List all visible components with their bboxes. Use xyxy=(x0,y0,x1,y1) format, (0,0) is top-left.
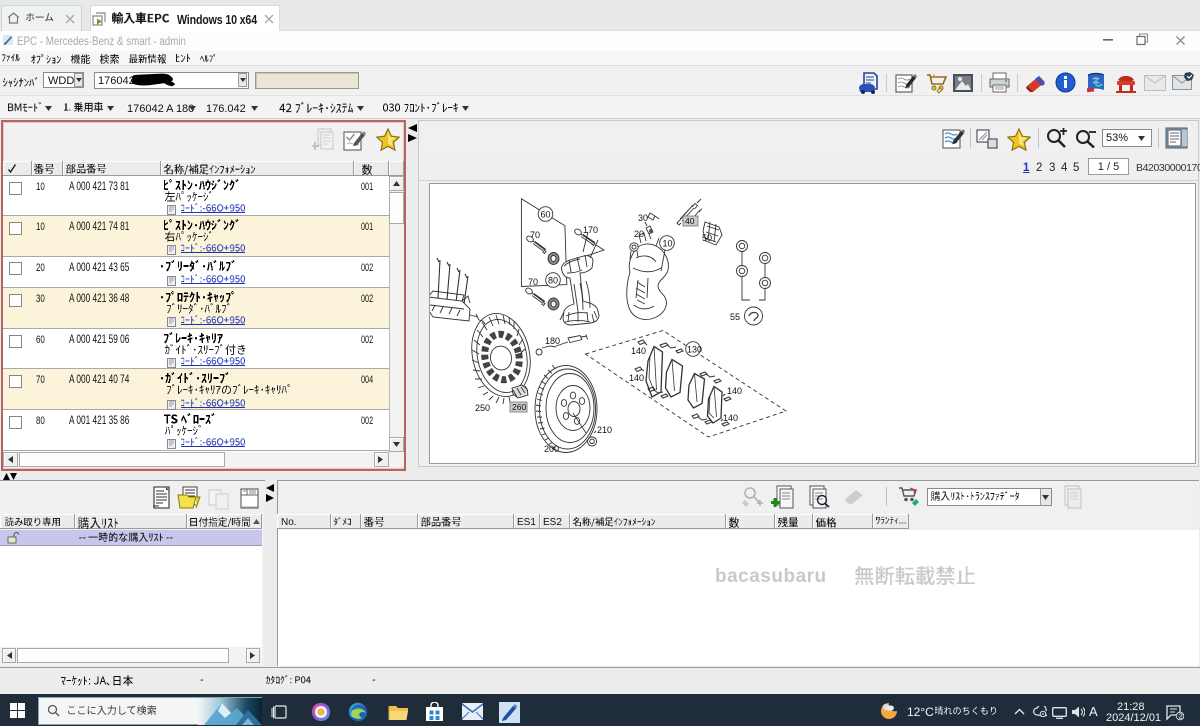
svg-text:180: 180 xyxy=(545,336,560,346)
svg-text:140: 140 xyxy=(631,346,646,356)
svg-text:10: 10 xyxy=(663,239,673,249)
svg-text:55: 55 xyxy=(730,312,740,322)
svg-text:260: 260 xyxy=(512,402,526,412)
svg-text:250: 250 xyxy=(475,403,490,413)
svg-text:40: 40 xyxy=(685,216,695,226)
svg-text:130: 130 xyxy=(687,345,702,355)
svg-text:20: 20 xyxy=(634,229,644,239)
svg-text:60: 60 xyxy=(541,210,551,220)
svg-text:140: 140 xyxy=(727,386,742,396)
svg-text:70: 70 xyxy=(530,230,540,240)
svg-text:70: 70 xyxy=(528,277,538,287)
svg-text:170: 170 xyxy=(583,225,598,235)
svg-text:210: 210 xyxy=(597,425,612,435)
svg-text:80: 80 xyxy=(548,276,558,286)
svg-text:50: 50 xyxy=(702,233,712,243)
svg-text:30: 30 xyxy=(638,213,648,223)
svg-text:2: 2 xyxy=(1179,712,1183,721)
svg-text:200: 200 xyxy=(544,444,559,454)
svg-text:140: 140 xyxy=(723,413,738,423)
svg-text:140: 140 xyxy=(629,373,644,383)
